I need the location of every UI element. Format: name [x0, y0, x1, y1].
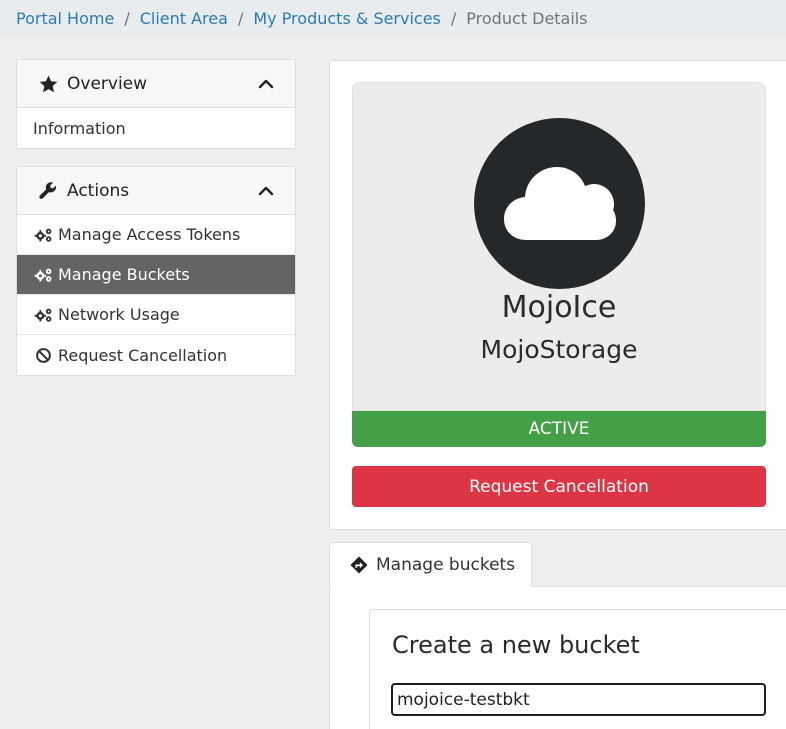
breadcrumb-current: Product Details	[466, 9, 588, 28]
product-icon-circle	[474, 118, 645, 289]
cloud-icon	[503, 166, 616, 240]
sidebar-overview-panel: Overview Information	[16, 59, 296, 149]
breadcrumb-separator: /	[450, 9, 457, 28]
sidebar-actions-title: Actions	[67, 180, 130, 201]
breadcrumb-separator: /	[124, 9, 130, 28]
breadcrumb: Portal Home / Client Area / My Products …	[0, 0, 786, 37]
wrench-icon	[38, 181, 58, 200]
tab-label: Manage buckets	[376, 554, 516, 575]
sidebar-item-manage-buckets[interactable]: Manage Buckets	[17, 255, 295, 295]
gears-icon	[33, 227, 53, 243]
sidebar-item-label: Manage Access Tokens	[58, 225, 241, 244]
sidebar-item-information[interactable]: Information	[17, 108, 295, 148]
sidebar-item-label: Information	[33, 118, 126, 138]
sidebar-actions-header[interactable]: Actions	[17, 167, 295, 215]
directions-icon	[350, 555, 368, 574]
sidebar-item-label: Manage Buckets	[58, 265, 190, 284]
chevron-up-icon[interactable]	[257, 75, 275, 93]
product-name: MojoIce	[501, 290, 617, 325]
sidebar-item-label: Network Usage	[58, 305, 180, 324]
sidebar-item-manage-access-tokens[interactable]: Manage Access Tokens	[17, 215, 295, 255]
sidebar-item-label: Request Cancellation	[58, 345, 228, 365]
breadcrumb-my-products[interactable]: My Products & Services	[253, 9, 441, 28]
breadcrumb-separator: /	[237, 9, 244, 28]
gears-icon	[33, 267, 53, 283]
gears-icon	[33, 307, 53, 323]
create-bucket-title: Create a new bucket	[392, 631, 640, 659]
sidebar-overview-header[interactable]: Overview	[17, 60, 295, 108]
breadcrumb-portal-home[interactable]: Portal Home	[16, 9, 114, 28]
star-icon	[38, 75, 58, 93]
bucket-name-input[interactable]	[391, 683, 766, 716]
sidebar-actions-panel: Actions Manage Access Tokens Manage Buck…	[16, 166, 296, 376]
breadcrumb-client-area[interactable]: Client Area	[140, 9, 228, 28]
product-group: MojoStorage	[480, 335, 638, 364]
status-badge: ACTIVE	[352, 411, 766, 447]
chevron-up-icon[interactable]	[257, 182, 275, 200]
ban-icon	[33, 347, 53, 364]
tab-manage-buckets[interactable]: Manage buckets	[329, 542, 532, 587]
request-cancellation-button[interactable]: Request Cancellation	[352, 466, 766, 507]
sidebar-item-request-cancellation[interactable]: Request Cancellation	[17, 335, 295, 375]
sidebar-overview-title: Overview	[67, 73, 148, 94]
sidebar-item-network-usage[interactable]: Network Usage	[17, 295, 295, 335]
